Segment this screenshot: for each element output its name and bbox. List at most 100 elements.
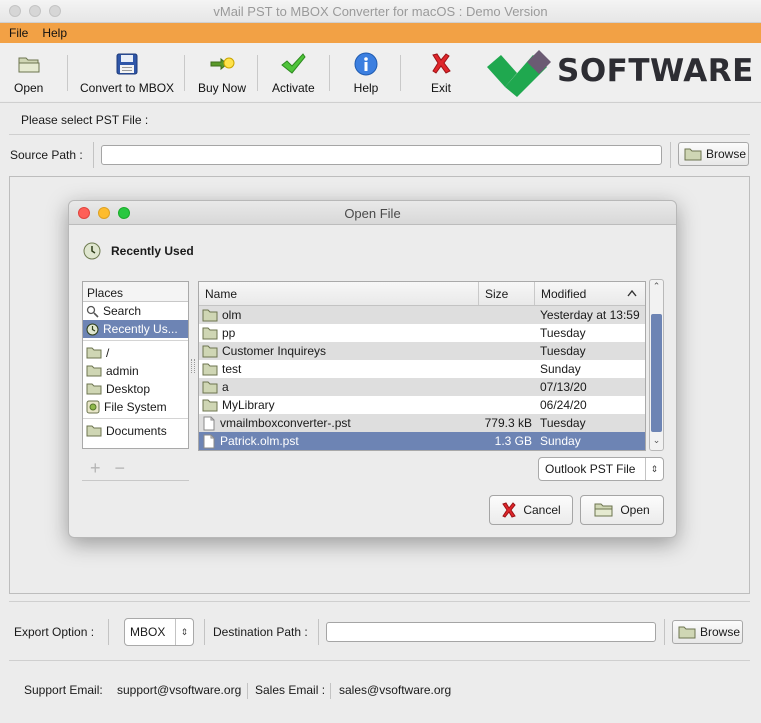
menu-file[interactable]: File [9,26,28,40]
file-name-cell: a [199,378,479,396]
support-email-label: Support Email: [24,683,103,697]
open-button[interactable]: Open [14,51,43,95]
file-row[interactable]: vmailmboxconverter-.pst 779.3 kB Tuesday [199,414,645,432]
place-root[interactable]: / [83,344,188,362]
column-header-modified[interactable]: Modified [535,282,645,305]
place-file-system[interactable]: File System [83,398,188,416]
source-browse-button[interactable]: Browse [678,142,749,166]
file-list-scrollbar[interactable]: ⌃ ⌄ [649,279,664,451]
convert-to-mbox-button[interactable]: Convert to MBOX [80,51,174,95]
file-list: Name Size Modified olm Yesterday at 13:59… [198,281,646,451]
place-label: / [106,346,110,360]
file-row[interactable]: pp Tuesday [199,324,645,342]
logo-wordmark: SOFTWARE [557,53,754,89]
file-name: Customer Inquireys [222,344,327,358]
window-titlebar: vMail PST to MBOX Converter for macOS : … [0,0,761,23]
scrollbar-thumb[interactable] [651,314,662,432]
file-name: olm [222,308,242,322]
destination-browse-button[interactable]: Browse [672,620,743,644]
info-icon [352,51,380,77]
exit-label: Exit [430,81,451,95]
exit-button[interactable]: Exit [427,51,455,95]
activate-button[interactable]: Activate [272,51,315,95]
place-recently-used[interactable]: Recently Us... [83,320,188,338]
remove-place-button[interactable]: − [115,458,126,479]
file-size-cell [479,342,535,360]
location-name: Recently Used [111,244,194,258]
file-row[interactable]: MyLibrary 06/24/20 [199,396,645,414]
red-x-icon [502,502,517,518]
export-option-label: Export Option : [14,625,95,639]
footer-divider [330,683,331,699]
file-size-cell [479,306,535,324]
places-divider [83,340,188,341]
checkmark-icon [279,51,307,77]
file-type-filter-select[interactable]: Outlook PST File ⇕ [538,457,664,481]
convert-button-label: Convert to MBOX [80,81,175,95]
folder-open-icon [594,503,613,517]
place-desktop[interactable]: Desktop [83,380,188,398]
key-icon [208,51,236,77]
scroll-down-icon[interactable]: ⌄ [650,435,663,449]
folder-icon [86,347,102,359]
place-label: Desktop [106,382,151,396]
file-name-cell: Patrick.olm.pst [199,432,479,450]
open-file-dialog: Open File Recently Used Places Search Re… [68,200,677,538]
file-name: test [222,362,242,376]
file-modified-cell: Tuesday [540,326,586,340]
folder-open-icon [15,51,43,77]
pane-splitter-handle[interactable] [191,359,195,373]
field-divider [93,142,94,168]
file-row[interactable]: Patrick.olm.pst 1.3 GB Sunday [199,432,645,450]
file-row[interactable]: a 07/13/20 [199,378,645,396]
folder-icon [86,365,102,377]
toolbar-divider [257,55,258,91]
file-size-cell [479,360,535,378]
help-button[interactable]: Help [352,51,380,95]
file-list-header: Name Size Modified [199,282,645,306]
dialog-title: Open File [344,206,401,221]
field-divider [108,619,109,645]
folder-icon [202,309,218,321]
buy-now-label: Buy Now [198,81,247,95]
toolbar-divider-line [0,102,761,103]
folder-icon [202,345,218,357]
document-icon [203,434,215,448]
file-name: Patrick.olm.pst [220,434,299,448]
window-title: vMail PST to MBOX Converter for macOS : … [213,4,548,19]
file-name-cell: MyLibrary [199,396,479,414]
place-admin[interactable]: admin [83,362,188,380]
file-row[interactable]: olm Yesterday at 13:59 [199,306,645,324]
file-row[interactable]: test Sunday [199,360,645,378]
recent-clock-icon [83,242,101,260]
column-header-size[interactable]: Size [479,282,535,305]
footer-divider [247,683,248,699]
folder-icon [86,425,102,437]
destination-path-input[interactable] [326,622,656,642]
column-header-name[interactable]: Name [199,282,479,305]
support-email: support@vsoftware.org [117,683,242,697]
file-size-cell: 1.3 GB [494,434,532,448]
section-divider [9,660,750,661]
file-row[interactable]: Customer Inquireys Tuesday [199,342,645,360]
browse-label: Browse [700,625,741,639]
buy-now-button[interactable]: Buy Now [198,51,246,95]
folder-icon [678,626,696,639]
open-file-button[interactable]: Open [580,495,664,525]
cancel-label: Cancel [523,503,561,517]
export-format-select[interactable]: MBOX ⇕ [124,618,194,646]
source-path-input[interactable] [101,145,662,165]
menu-help[interactable]: Help [42,26,67,40]
help-label: Help [353,81,379,95]
sales-email: sales@vsoftware.org [339,683,452,697]
file-size-cell [479,324,535,342]
scroll-up-icon[interactable]: ⌃ [650,281,663,295]
add-place-button[interactable]: + [90,458,101,479]
toolbar-divider [184,55,185,91]
select-stepper-icon: ⇕ [645,458,663,480]
section-divider [9,134,750,135]
cancel-button[interactable]: Cancel [489,495,573,525]
place-search[interactable]: Search [83,302,188,320]
place-documents[interactable]: Documents [83,422,188,440]
place-label: Documents [106,424,167,438]
